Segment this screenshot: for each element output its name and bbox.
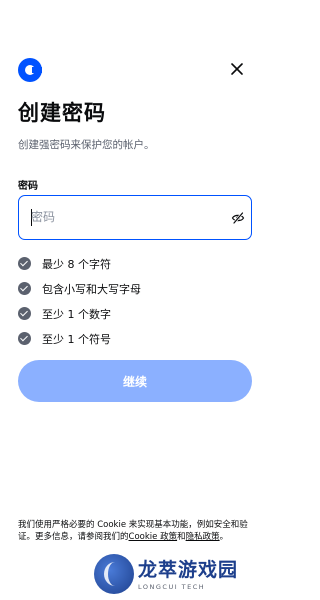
check-circle-icon	[18, 332, 31, 345]
privacy-policy-link[interactable]: 隐私政策	[186, 532, 220, 542]
watermark: 龙萃游戏园 LONGCUI TECH	[94, 552, 254, 596]
password-requirements: 最少 8 个字符 包含小写和大写字母 至少 1 个数字 至少 1 个符号	[18, 251, 141, 351]
requirement-item: 至少 1 个数字	[18, 301, 141, 326]
cookie-notice-end: 。	[219, 532, 229, 542]
continue-button[interactable]: 继续	[18, 360, 252, 402]
page-title: 创建密码	[18, 101, 106, 125]
coinbase-logo-icon	[18, 58, 42, 82]
cookie-notice-conjunction: 和	[177, 532, 186, 542]
page-subtitle: 创建强密码来保护您的帐户。	[18, 139, 155, 151]
requirement-item: 至少 1 个符号	[18, 326, 141, 351]
close-icon[interactable]	[228, 60, 246, 78]
check-circle-icon	[18, 257, 31, 270]
requirement-item: 包含小写和大写字母	[18, 276, 141, 301]
requirement-text: 最少 8 个字符	[42, 257, 111, 271]
requirement-text: 至少 1 个数字	[42, 307, 111, 321]
watermark-logo-icon	[94, 554, 134, 594]
check-circle-icon	[18, 307, 31, 320]
requirement-item: 最少 8 个字符	[18, 251, 141, 276]
watermark-title: 龙萃游戏园	[138, 559, 239, 581]
password-field[interactable]	[18, 195, 252, 240]
requirement-text: 至少 1 个符号	[42, 332, 111, 346]
password-input[interactable]	[31, 206, 221, 228]
eye-slash-icon[interactable]	[231, 211, 245, 225]
check-circle-icon	[18, 282, 31, 295]
password-label: 密码	[18, 181, 38, 192]
cookie-notice: 我们使用严格必要的 Cookie 来实现基本功能，例如安全和验证。更多信息，请参…	[18, 519, 254, 543]
cookie-policy-link[interactable]: Cookie 政策	[129, 532, 178, 542]
requirement-text: 包含小写和大写字母	[42, 282, 141, 296]
watermark-subtitle: LONGCUI TECH	[138, 583, 206, 591]
